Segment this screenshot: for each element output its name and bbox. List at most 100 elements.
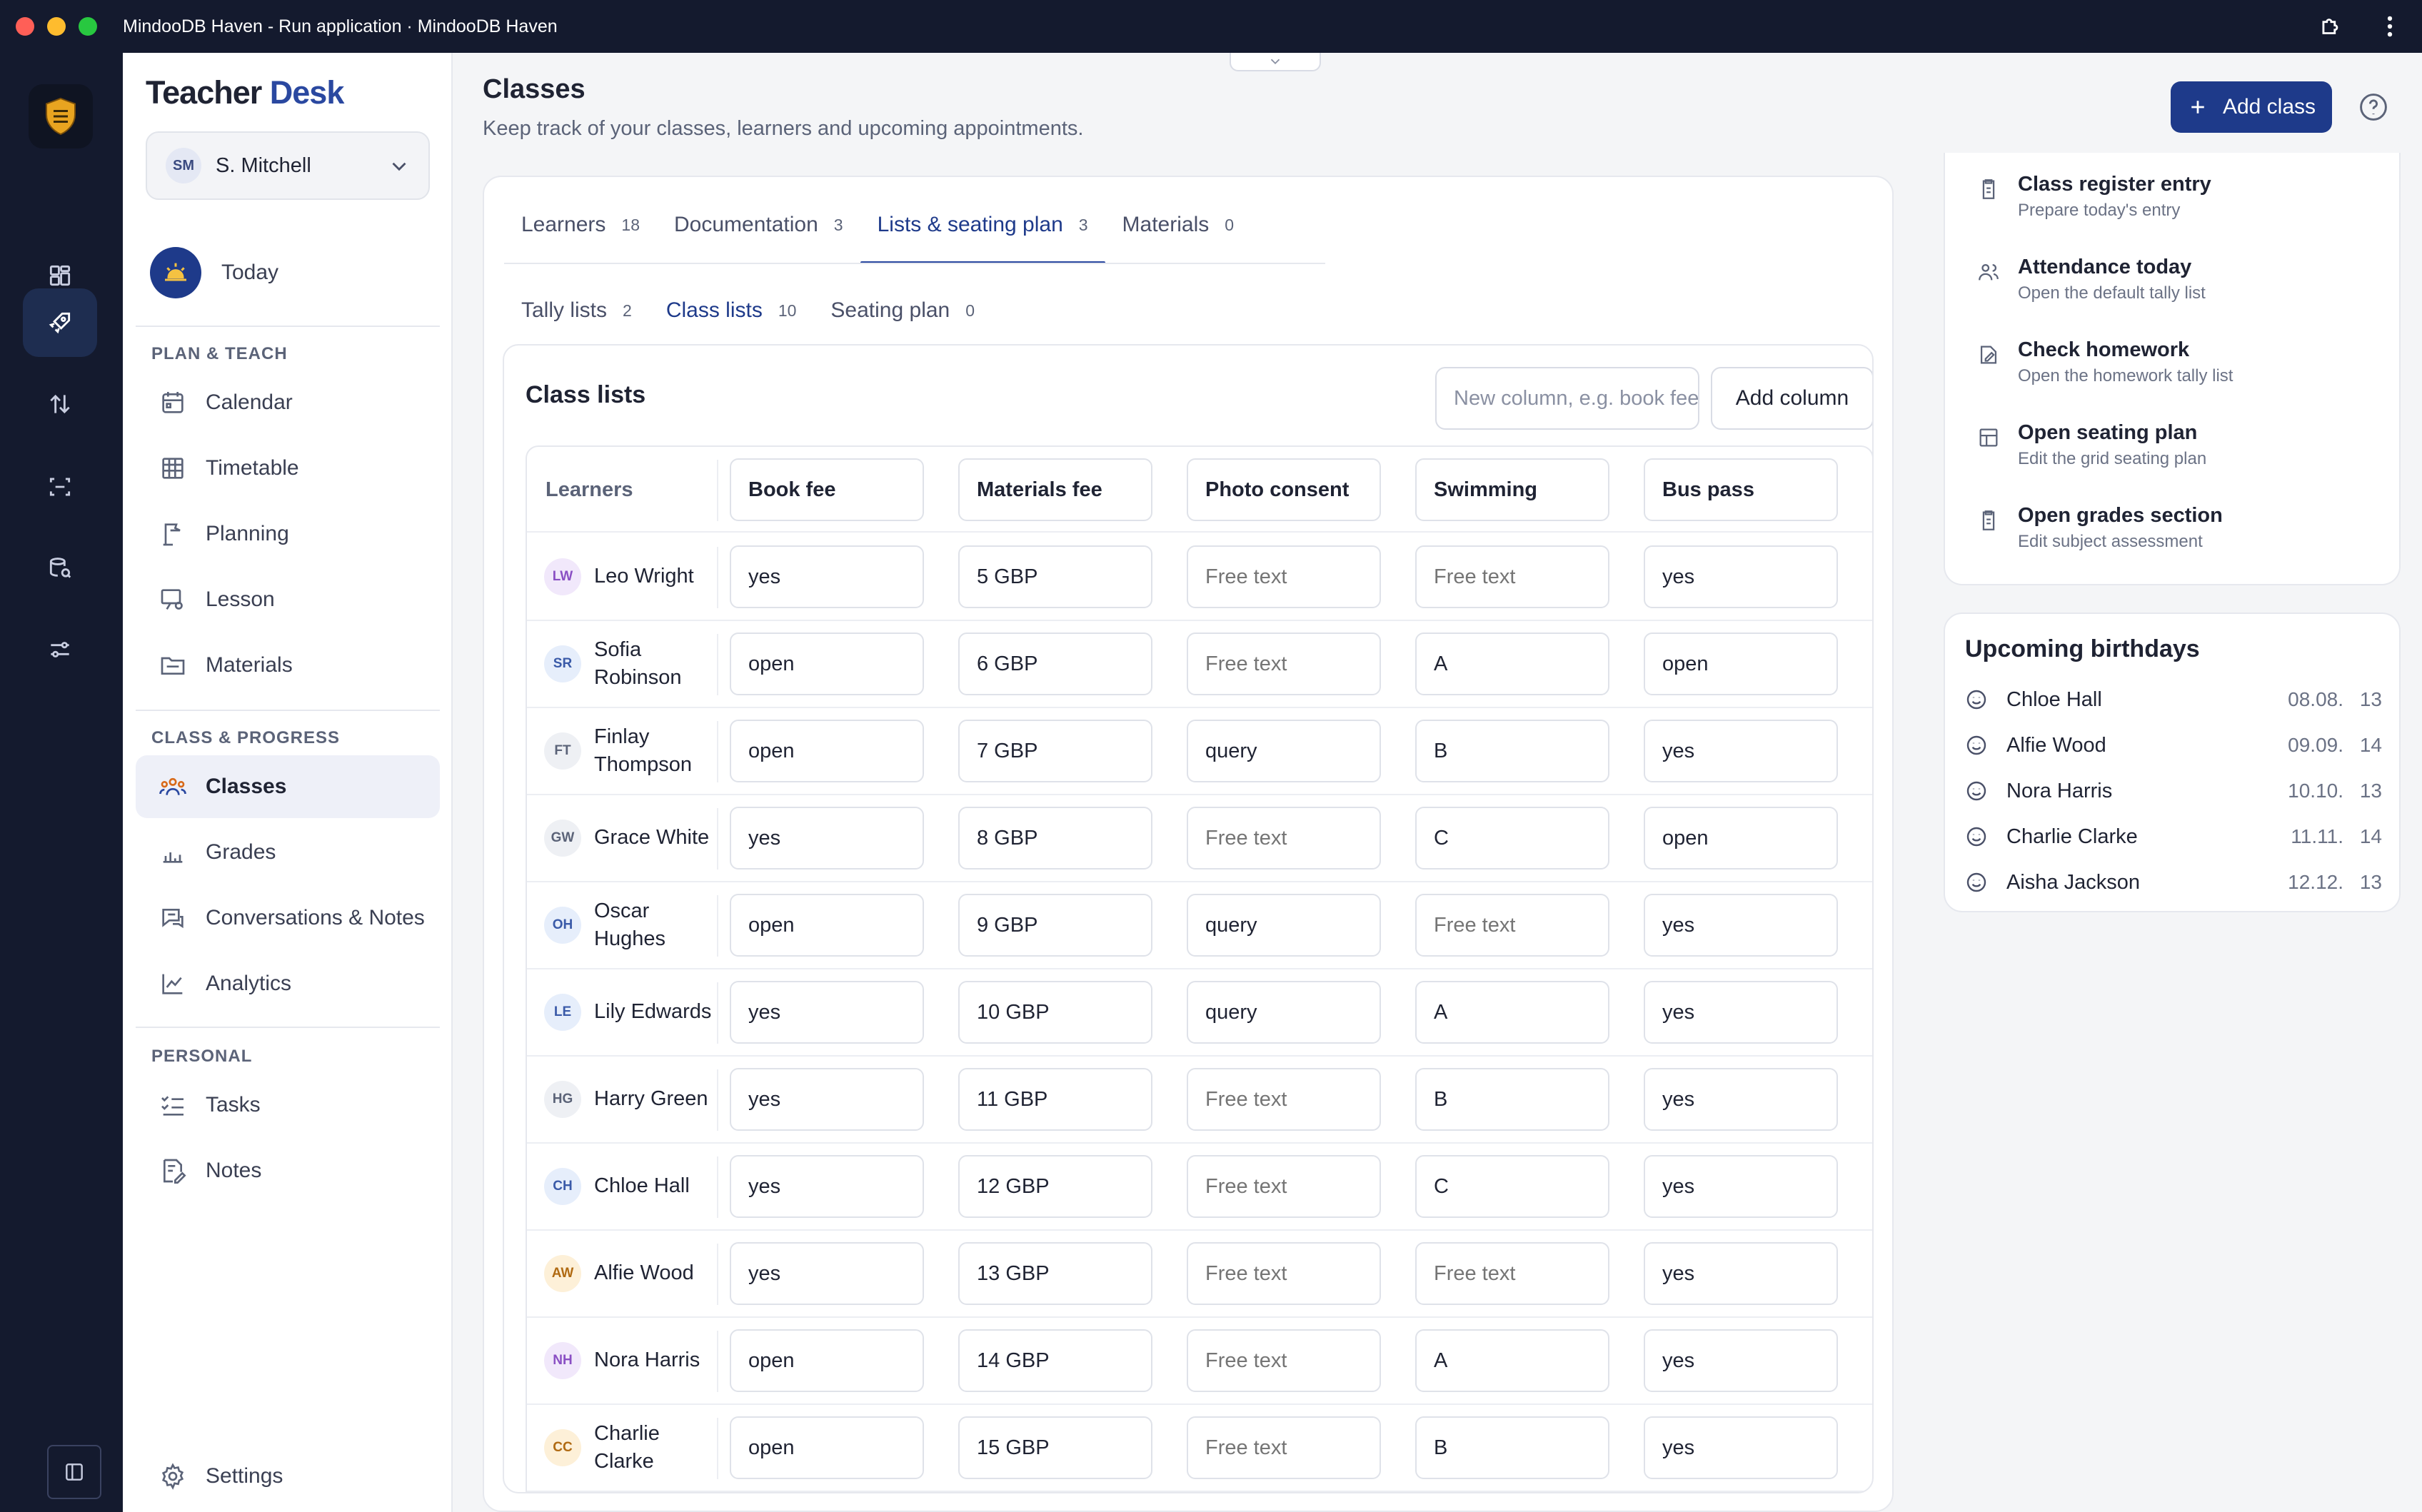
subtab-seating-plan[interactable]: Seating plan 0	[813, 271, 992, 350]
quick-action-item[interactable]: Check homework Open the homework tally li…	[1976, 338, 2233, 386]
sidebar-item-analytics[interactable]: Analytics	[136, 952, 440, 1015]
birthday-item[interactable]: Nora Harris 10.10. 13	[1965, 777, 2382, 805]
sidebar-item-materials[interactable]: Materials	[136, 634, 440, 697]
more-vertical-icon[interactable]	[2376, 13, 2403, 40]
list-cell-input[interactable]	[958, 981, 1152, 1044]
sidebar-item-today[interactable]: Today	[150, 247, 278, 298]
column-header-materials-fee[interactable]: Materials fee	[958, 458, 1152, 521]
learner-cell[interactable]: SR Sofia Robinson	[544, 621, 723, 707]
new-column-input[interactable]	[1435, 367, 1699, 430]
list-cell-input[interactable]	[1187, 1242, 1381, 1305]
list-cell-input[interactable]	[1415, 720, 1609, 782]
list-cell-input[interactable]	[1644, 545, 1838, 608]
list-cell-input[interactable]	[730, 1329, 924, 1392]
list-cell-input[interactable]	[1415, 894, 1609, 957]
list-cell-input[interactable]	[1187, 1155, 1381, 1218]
list-cell-input[interactable]	[1187, 720, 1381, 782]
list-cell-input[interactable]	[1644, 1155, 1838, 1218]
sidebar-item-classes[interactable]: Classes	[136, 755, 440, 818]
list-cell-input[interactable]	[958, 807, 1152, 870]
list-cell-input[interactable]	[1644, 1416, 1838, 1479]
quick-action-item[interactable]: Open seating plan Edit the grid seating p…	[1976, 421, 2206, 469]
list-cell-input[interactable]	[1415, 807, 1609, 870]
tab-materials[interactable]: Materials 0	[1105, 186, 1252, 264]
list-cell-input[interactable]	[1415, 1416, 1609, 1479]
list-cell-input[interactable]	[1644, 720, 1838, 782]
list-cell-input[interactable]	[1187, 632, 1381, 695]
learner-cell[interactable]: CH Chloe Hall	[544, 1144, 723, 1229]
list-cell-input[interactable]	[958, 1155, 1152, 1218]
column-header-photo-consent[interactable]: Photo consent	[1187, 458, 1381, 521]
birthday-item[interactable]: Chloe Hall 08.08. 13	[1965, 685, 2382, 714]
list-cell-input[interactable]	[1187, 1068, 1381, 1131]
add-class-button[interactable]: Add class	[2171, 81, 2332, 133]
list-cell-input[interactable]	[1644, 1068, 1838, 1131]
rail-database-button[interactable]	[23, 534, 97, 603]
list-cell-input[interactable]	[958, 1242, 1152, 1305]
toggle-sidebar-button[interactable]	[47, 1445, 101, 1499]
learner-cell[interactable]: GW Grace White	[544, 795, 723, 881]
list-cell-input[interactable]	[1644, 632, 1838, 695]
learner-cell[interactable]: AW Alfie Wood	[544, 1231, 723, 1316]
help-icon[interactable]	[2358, 91, 2389, 123]
column-header-swimming[interactable]: Swimming	[1415, 458, 1609, 521]
learner-cell[interactable]: OH Oscar Hughes	[544, 882, 723, 968]
birthday-item[interactable]: Charlie Clarke 11.11. 14	[1965, 822, 2382, 851]
list-cell-input[interactable]	[958, 1416, 1152, 1479]
app-logo[interactable]	[29, 84, 93, 148]
subtab-class-lists[interactable]: Class lists 10	[648, 271, 814, 350]
list-cell-input[interactable]	[958, 720, 1152, 782]
rail-scan-button[interactable]	[23, 453, 97, 521]
list-cell-input[interactable]	[730, 807, 924, 870]
list-cell-input[interactable]	[958, 545, 1152, 608]
list-cell-input[interactable]	[1187, 1416, 1381, 1479]
subtab-tally-lists[interactable]: Tally lists 2	[504, 271, 649, 350]
sidebar-item-conversations[interactable]: Conversations & Notes	[136, 887, 440, 949]
list-cell-input[interactable]	[730, 545, 924, 608]
list-cell-input[interactable]	[1644, 981, 1838, 1044]
list-cell-input[interactable]	[958, 632, 1152, 695]
sidebar-item-notes[interactable]: Notes	[136, 1139, 440, 1202]
list-cell-input[interactable]	[730, 894, 924, 957]
list-cell-input[interactable]	[730, 1416, 924, 1479]
tab-documentation[interactable]: Documentation 3	[657, 186, 860, 264]
list-cell-input[interactable]	[730, 1068, 924, 1131]
list-cell-input[interactable]	[1187, 894, 1381, 957]
sidebar-item-calendar[interactable]: Calendar	[136, 371, 440, 434]
birthday-item[interactable]: Alfie Wood 09.09. 14	[1965, 731, 2382, 760]
list-cell-input[interactable]	[1415, 632, 1609, 695]
rail-sync-button[interactable]	[23, 370, 97, 438]
maximize-window-button[interactable]	[79, 17, 97, 36]
learner-cell[interactable]: LW Leo Wright	[544, 534, 723, 620]
birthday-item[interactable]: Aisha Jackson 12.12. 13	[1965, 868, 2382, 897]
list-cell-input[interactable]	[1187, 981, 1381, 1044]
tab-learners[interactable]: Learners 18	[504, 186, 657, 264]
list-cell-input[interactable]	[1415, 1155, 1609, 1218]
column-header-bus-pass[interactable]: Bus pass	[1644, 458, 1838, 521]
list-cell-input[interactable]	[1415, 981, 1609, 1044]
list-cell-input[interactable]	[730, 720, 924, 782]
sidebar-item-grades[interactable]: Grades	[136, 821, 440, 884]
list-cell-input[interactable]	[958, 894, 1152, 957]
tab-lists-seating-plan[interactable]: Lists & seating plan 3	[860, 186, 1105, 264]
learner-cell[interactable]: FT Finlay Thompson	[544, 708, 723, 794]
collapse-header-button[interactable]	[1230, 53, 1321, 71]
learner-cell[interactable]: LE Lily Edwards	[544, 969, 723, 1055]
sidebar-item-timetable[interactable]: Timetable	[136, 437, 440, 500]
minimize-window-button[interactable]	[47, 17, 66, 36]
list-cell-input[interactable]	[1644, 1329, 1838, 1392]
learner-cell[interactable]: HG Harry Green	[544, 1057, 723, 1142]
list-cell-input[interactable]	[958, 1329, 1152, 1392]
sidebar-item-lesson[interactable]: Lesson	[136, 568, 440, 631]
extension-icon[interactable]	[2318, 13, 2345, 40]
sidebar-item-planning[interactable]: Planning	[136, 503, 440, 565]
list-cell-input[interactable]	[1644, 807, 1838, 870]
list-cell-input[interactable]	[730, 1155, 924, 1218]
user-selector[interactable]: SM S. Mitchell	[146, 131, 430, 200]
quick-action-item[interactable]: Attendance today Open the default tally l…	[1976, 256, 2206, 303]
list-cell-input[interactable]	[730, 981, 924, 1044]
list-cell-input[interactable]	[1187, 545, 1381, 608]
column-header-book-fee[interactable]: Book fee	[730, 458, 924, 521]
rail-settings-button[interactable]	[23, 615, 97, 684]
list-cell-input[interactable]	[1644, 894, 1838, 957]
